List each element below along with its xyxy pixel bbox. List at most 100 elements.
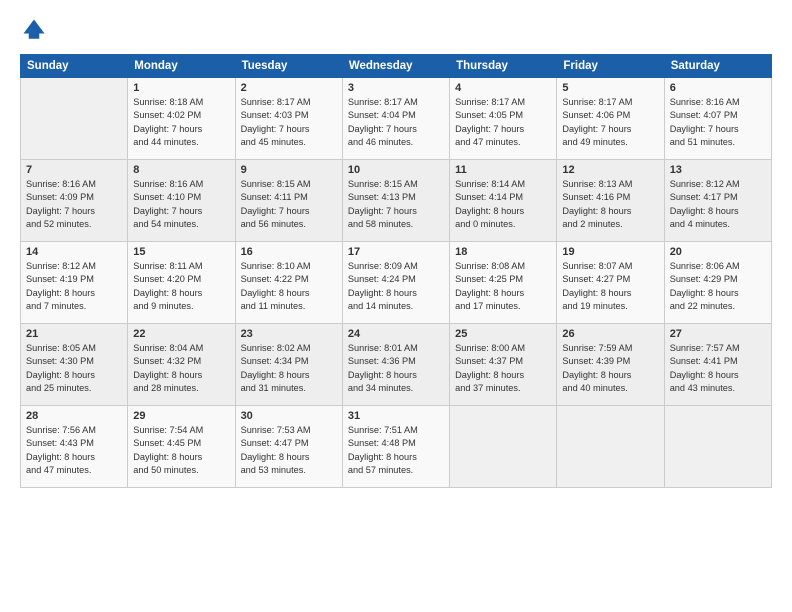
day-info: Sunrise: 8:15 AM Sunset: 4:13 PM Dayligh… [348, 178, 444, 231]
day-info: Sunrise: 8:07 AM Sunset: 4:27 PM Dayligh… [562, 260, 658, 313]
day-number: 5 [562, 82, 658, 94]
day-cell: 27Sunrise: 7:57 AM Sunset: 4:41 PM Dayli… [664, 324, 771, 406]
header-cell-tuesday: Tuesday [235, 55, 342, 78]
day-info: Sunrise: 8:05 AM Sunset: 4:30 PM Dayligh… [26, 342, 122, 395]
day-cell: 3 Sunrise: 8:17 AM Sunset: 4:04 PM Daylig… [342, 78, 449, 160]
day-info: Sunrise: 8:04 AM Sunset: 4:32 PM Dayligh… [133, 342, 229, 395]
day-info: Sunrise: 8:17 AM Sunset: 4:06 PM Dayligh… [562, 96, 658, 149]
day-number: 18 [455, 246, 551, 258]
header-cell-wednesday: Wednesday [342, 55, 449, 78]
day-cell: 16Sunrise: 8:10 AM Sunset: 4:22 PM Dayli… [235, 242, 342, 324]
day-number: 6 [670, 82, 766, 94]
day-number: 28 [26, 410, 122, 422]
header-cell-monday: Monday [128, 55, 235, 78]
day-info: Sunrise: 7:53 AM Sunset: 4:47 PM Dayligh… [241, 424, 337, 477]
header-cell-thursday: Thursday [450, 55, 557, 78]
day-info: Sunrise: 8:08 AM Sunset: 4:25 PM Dayligh… [455, 260, 551, 313]
day-number: 31 [348, 410, 444, 422]
day-info: Sunrise: 8:06 AM Sunset: 4:29 PM Dayligh… [670, 260, 766, 313]
day-info: Sunrise: 8:00 AM Sunset: 4:37 PM Dayligh… [455, 342, 551, 395]
header-cell-sunday: Sunday [21, 55, 128, 78]
day-cell: 13 Sunrise: 8:12 AM Sunset: 4:17 PM Dayli… [664, 160, 771, 242]
day-number: 13 [670, 164, 766, 176]
day-info: Sunrise: 7:57 AM Sunset: 4:41 PM Dayligh… [670, 342, 766, 395]
day-number: 7 [26, 164, 122, 176]
day-info: Sunrise: 8:17 AM Sunset: 4:03 PM Dayligh… [241, 96, 337, 149]
header [20, 16, 772, 44]
page: SundayMondayTuesdayWednesdayThursdayFrid… [0, 0, 792, 612]
day-number: 30 [241, 410, 337, 422]
day-cell [450, 406, 557, 488]
day-cell: 5 Sunrise: 8:17 AM Sunset: 4:06 PM Daylig… [557, 78, 664, 160]
day-info: Sunrise: 7:54 AM Sunset: 4:45 PM Dayligh… [133, 424, 229, 477]
day-cell [557, 406, 664, 488]
week-row-3: 14Sunrise: 8:12 AM Sunset: 4:19 PM Dayli… [21, 242, 772, 324]
day-info: Sunrise: 8:16 AM Sunset: 4:09 PM Dayligh… [26, 178, 122, 231]
day-number: 22 [133, 328, 229, 340]
day-number: 8 [133, 164, 229, 176]
day-info: Sunrise: 8:09 AM Sunset: 4:24 PM Dayligh… [348, 260, 444, 313]
day-cell: 9 Sunrise: 8:15 AM Sunset: 4:11 PM Daylig… [235, 160, 342, 242]
day-cell: 15Sunrise: 8:11 AM Sunset: 4:20 PM Dayli… [128, 242, 235, 324]
day-number: 20 [670, 246, 766, 258]
day-cell: 29 Sunrise: 7:54 AM Sunset: 4:45 PM Dayli… [128, 406, 235, 488]
calendar-table: SundayMondayTuesdayWednesdayThursdayFrid… [20, 54, 772, 488]
day-cell: 19 Sunrise: 8:07 AM Sunset: 4:27 PM Dayli… [557, 242, 664, 324]
day-cell: 10 Sunrise: 8:15 AM Sunset: 4:13 PM Dayli… [342, 160, 449, 242]
day-cell: 23 Sunrise: 8:02 AM Sunset: 4:34 PM Dayli… [235, 324, 342, 406]
day-cell: 14Sunrise: 8:12 AM Sunset: 4:19 PM Dayli… [21, 242, 128, 324]
day-number: 24 [348, 328, 444, 340]
day-cell: 21 Sunrise: 8:05 AM Sunset: 4:30 PM Dayli… [21, 324, 128, 406]
day-info: Sunrise: 8:10 AM Sunset: 4:22 PM Dayligh… [241, 260, 337, 313]
day-cell: 6 Sunrise: 8:16 AM Sunset: 4:07 PM Daylig… [664, 78, 771, 160]
day-cell: 8 Sunrise: 8:16 AM Sunset: 4:10 PM Daylig… [128, 160, 235, 242]
day-cell: 4Sunrise: 8:17 AM Sunset: 4:05 PM Daylig… [450, 78, 557, 160]
day-info: Sunrise: 8:12 AM Sunset: 4:19 PM Dayligh… [26, 260, 122, 313]
day-cell: 12 Sunrise: 8:13 AM Sunset: 4:16 PM Dayli… [557, 160, 664, 242]
week-row-5: 28 Sunrise: 7:56 AM Sunset: 4:43 PM Dayli… [21, 406, 772, 488]
week-row-4: 21 Sunrise: 8:05 AM Sunset: 4:30 PM Dayli… [21, 324, 772, 406]
day-cell: 30 Sunrise: 7:53 AM Sunset: 4:47 PM Dayli… [235, 406, 342, 488]
day-info: Sunrise: 7:56 AM Sunset: 4:43 PM Dayligh… [26, 424, 122, 477]
day-number: 4 [455, 82, 551, 94]
day-info: Sunrise: 8:02 AM Sunset: 4:34 PM Dayligh… [241, 342, 337, 395]
day-info: Sunrise: 7:59 AM Sunset: 4:39 PM Dayligh… [562, 342, 658, 395]
day-cell [21, 78, 128, 160]
week-row-2: 7 Sunrise: 8:16 AM Sunset: 4:09 PM Daylig… [21, 160, 772, 242]
day-cell: 26Sunrise: 7:59 AM Sunset: 4:39 PM Dayli… [557, 324, 664, 406]
header-row: SundayMondayTuesdayWednesdayThursdayFrid… [21, 55, 772, 78]
day-info: Sunrise: 8:13 AM Sunset: 4:16 PM Dayligh… [562, 178, 658, 231]
day-number: 10 [348, 164, 444, 176]
day-info: Sunrise: 8:18 AM Sunset: 4:02 PM Dayligh… [133, 96, 229, 149]
header-cell-saturday: Saturday [664, 55, 771, 78]
day-number: 1 [133, 82, 229, 94]
day-cell: 2Sunrise: 8:17 AM Sunset: 4:03 PM Daylig… [235, 78, 342, 160]
day-info: Sunrise: 8:17 AM Sunset: 4:04 PM Dayligh… [348, 96, 444, 149]
day-info: Sunrise: 8:16 AM Sunset: 4:07 PM Dayligh… [670, 96, 766, 149]
day-info: Sunrise: 8:12 AM Sunset: 4:17 PM Dayligh… [670, 178, 766, 231]
day-number: 21 [26, 328, 122, 340]
header-cell-friday: Friday [557, 55, 664, 78]
day-cell: 31 Sunrise: 7:51 AM Sunset: 4:48 PM Dayli… [342, 406, 449, 488]
logo-icon [20, 16, 48, 44]
day-cell [664, 406, 771, 488]
day-number: 25 [455, 328, 551, 340]
day-number: 29 [133, 410, 229, 422]
day-cell: 1 Sunrise: 8:18 AM Sunset: 4:02 PM Daylig… [128, 78, 235, 160]
day-number: 12 [562, 164, 658, 176]
day-info: Sunrise: 8:11 AM Sunset: 4:20 PM Dayligh… [133, 260, 229, 313]
day-number: 23 [241, 328, 337, 340]
day-info: Sunrise: 8:15 AM Sunset: 4:11 PM Dayligh… [241, 178, 337, 231]
day-number: 19 [562, 246, 658, 258]
day-cell: 18 Sunrise: 8:08 AM Sunset: 4:25 PM Dayli… [450, 242, 557, 324]
day-number: 3 [348, 82, 444, 94]
logo [20, 16, 52, 44]
day-info: Sunrise: 8:14 AM Sunset: 4:14 PM Dayligh… [455, 178, 551, 231]
day-cell: 25 Sunrise: 8:00 AM Sunset: 4:37 PM Dayli… [450, 324, 557, 406]
day-info: Sunrise: 7:51 AM Sunset: 4:48 PM Dayligh… [348, 424, 444, 477]
day-cell: 22 Sunrise: 8:04 AM Sunset: 4:32 PM Dayli… [128, 324, 235, 406]
day-info: Sunrise: 8:16 AM Sunset: 4:10 PM Dayligh… [133, 178, 229, 231]
day-number: 9 [241, 164, 337, 176]
day-cell: 7 Sunrise: 8:16 AM Sunset: 4:09 PM Daylig… [21, 160, 128, 242]
day-cell: 28 Sunrise: 7:56 AM Sunset: 4:43 PM Dayli… [21, 406, 128, 488]
